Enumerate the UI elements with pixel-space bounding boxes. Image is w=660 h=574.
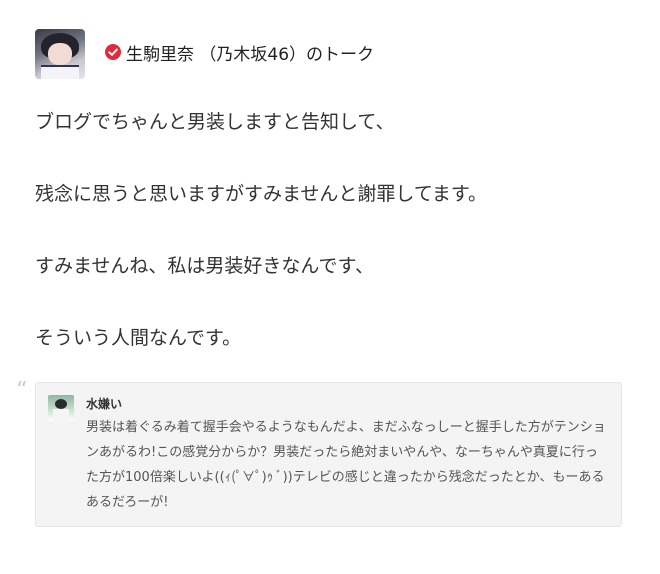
member-avatar[interactable]	[35, 29, 85, 79]
post-line: すみませんね、私は男装好きなんです、	[35, 255, 374, 277]
post-blank-line	[35, 136, 625, 180]
member-title: 生駒里奈 （乃木坂46）のトーク	[126, 44, 375, 65]
post-blank-line	[35, 208, 625, 252]
post-line: ブログでちゃんと男装しますと告知して、	[35, 111, 395, 133]
post-line: 残念に思うと思いますがすみませんと謝罪してます。	[35, 183, 488, 205]
comment-text: 男装は着ぐるみ着て握手会やるようなもんだよ、まだふなっしーと握手した方がテンショ…	[86, 420, 606, 510]
talk-title[interactable]: 生駒里奈 （乃木坂46）のトーク	[105, 40, 374, 65]
post-blank-line	[35, 280, 625, 324]
commenter-name[interactable]: 水嫌い	[86, 395, 122, 412]
post-line: そういう人間なんです。	[35, 327, 242, 349]
talk-header: 生駒里奈 （乃木坂46）のトーク	[35, 29, 374, 79]
check-badge-icon	[105, 44, 121, 60]
comment-card: 水嫌い 男装は着ぐるみ着て握手会やるようなもんだよ、まだふなっしーと握手した方が…	[35, 382, 622, 527]
post-body: ブログでちゃんと男装しますと告知して、 残念に思うと思いますがすみませんと謝罪し…	[35, 108, 625, 352]
quote-icon: “	[16, 378, 28, 403]
commenter-avatar[interactable]	[48, 395, 74, 421]
